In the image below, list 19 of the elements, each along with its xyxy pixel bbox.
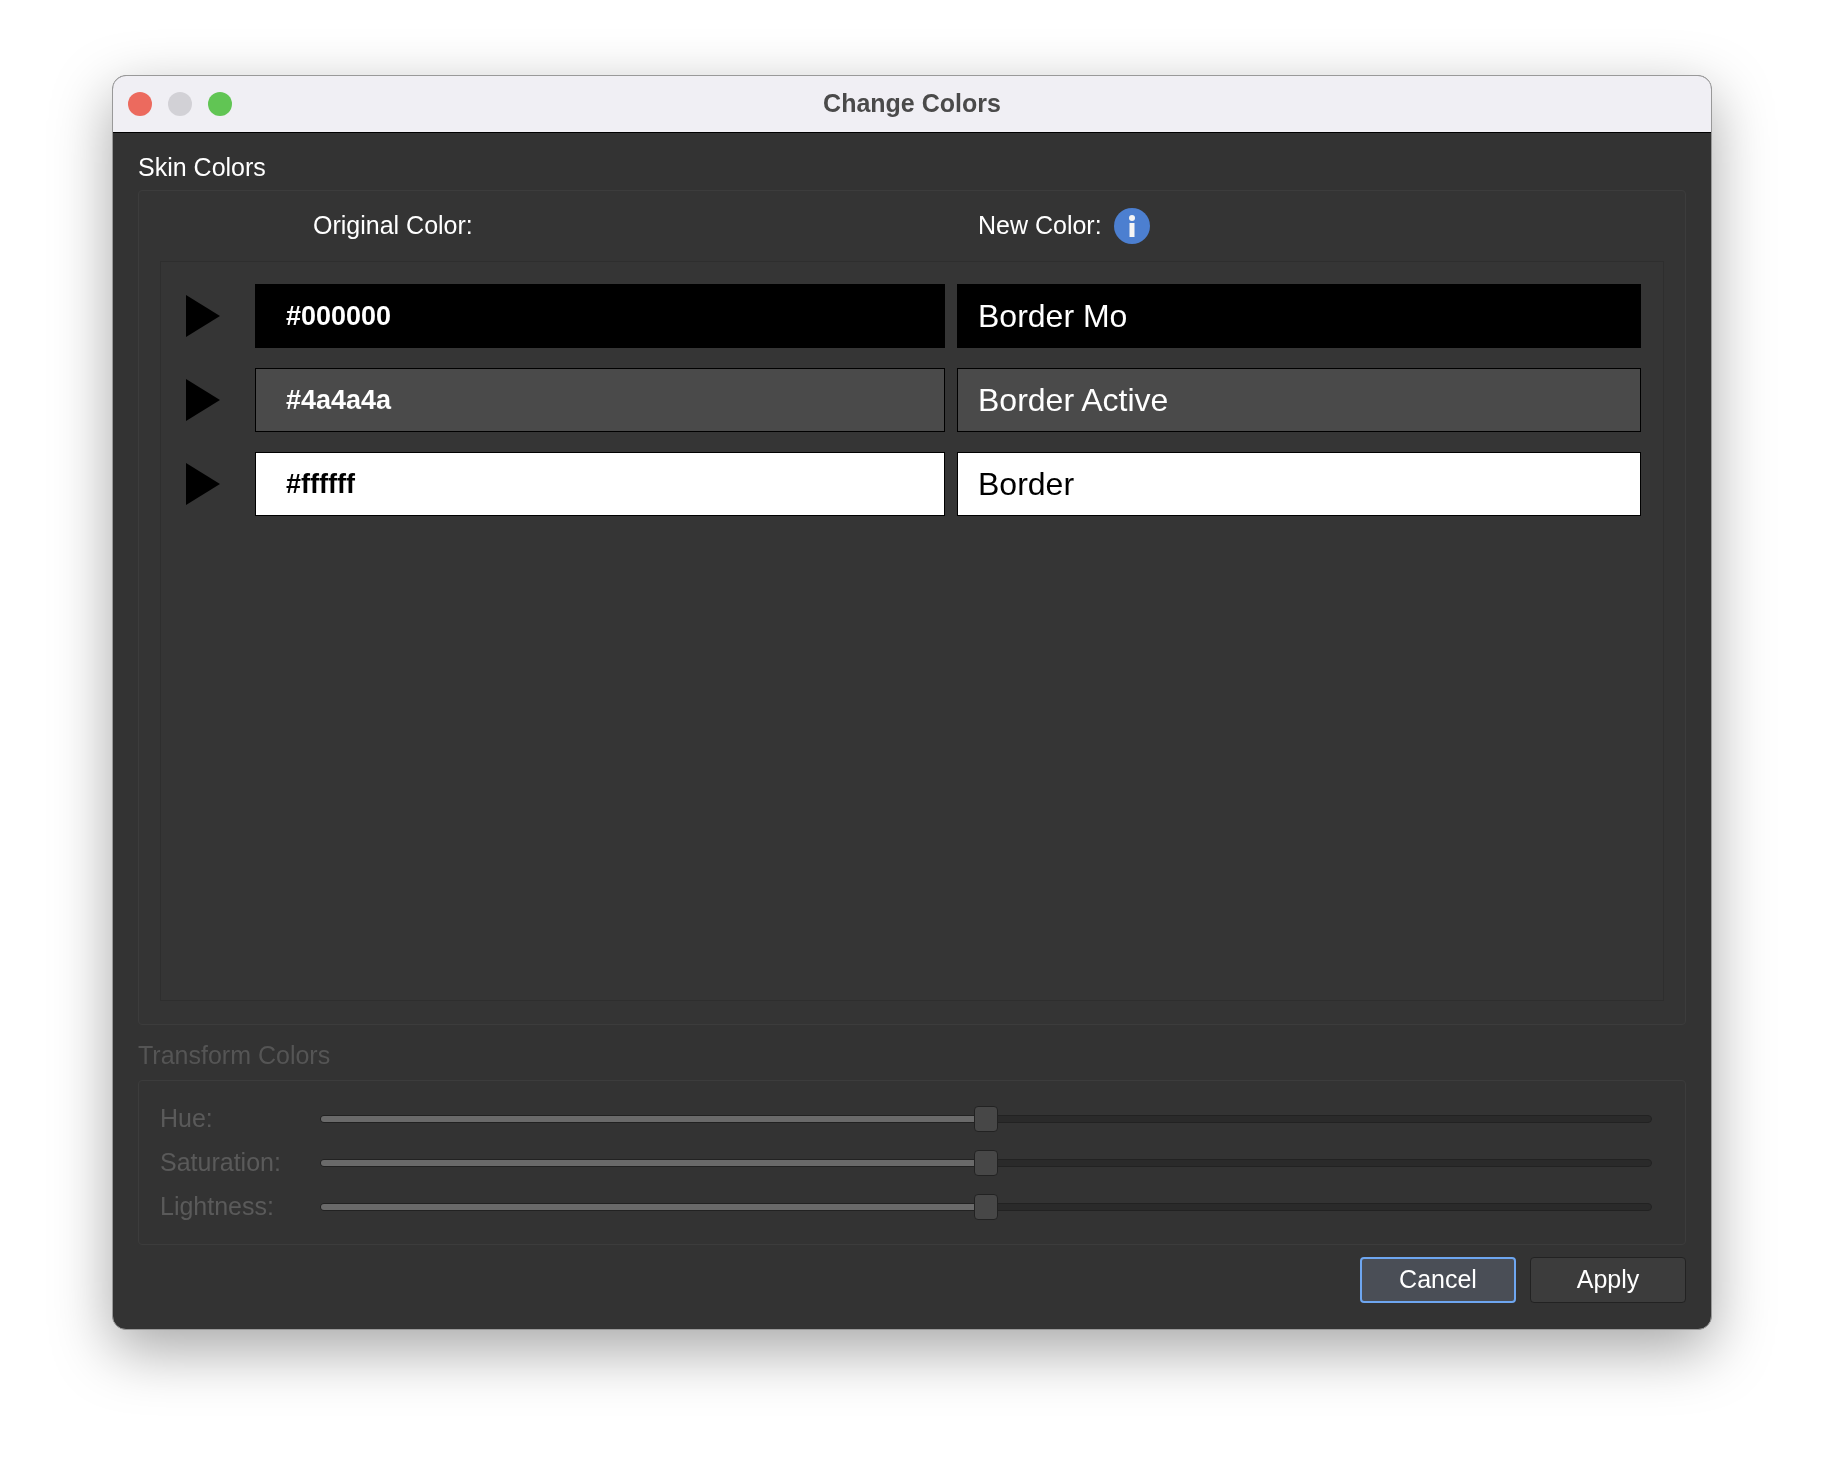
zoom-button[interactable] — [208, 92, 232, 116]
expand-arrow-icon[interactable] — [186, 463, 220, 505]
expand-arrow-icon[interactable] — [186, 379, 220, 421]
new-color-swatch[interactable]: Border Mo — [957, 284, 1641, 348]
expand-arrow-icon[interactable] — [186, 295, 220, 337]
column-header: New Color: — [978, 210, 1102, 242]
column-header: Original Color: — [313, 210, 474, 242]
dialog-button[interactable]: Apply — [1530, 1257, 1686, 1303]
dialog-button[interactable]: Cancel — [1360, 1257, 1516, 1303]
new-color-swatch[interactable]: Border Active — [957, 368, 1641, 432]
minimize-button[interactable] — [168, 92, 192, 116]
original-color-swatch: #ffffff — [255, 452, 945, 516]
close-button[interactable] — [128, 92, 152, 116]
group-title: Skin Colors — [138, 155, 267, 180]
original-color-swatch: #4a4a4a — [255, 368, 945, 432]
original-color-swatch: #000000 — [255, 284, 945, 348]
window-title: Change Colors — [823, 88, 1001, 120]
new-color-swatch[interactable]: Border — [957, 452, 1641, 516]
info-icon[interactable] — [1113, 208, 1150, 244]
